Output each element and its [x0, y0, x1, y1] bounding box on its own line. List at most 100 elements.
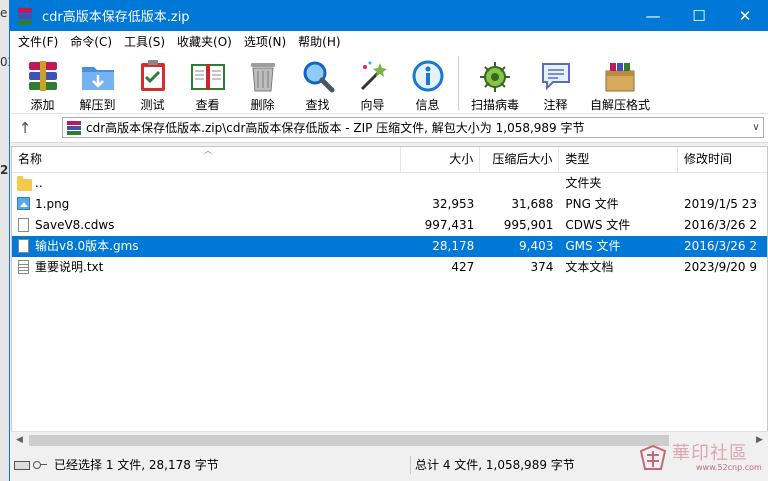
find-label: 查找 — [305, 98, 330, 112]
menu-bar: 文件(F) 命令(C) 工具(S) 收藏夹(O) 选项(N) 帮助(H) — [10, 31, 768, 53]
info-label: 信息 — [415, 98, 440, 112]
winrar-window: cdr高版本保存低版本.zip — ☐ ✕ 文件(F) 命令(C) 工具(S) … — [9, 0, 768, 481]
file-size: 28,178 — [432, 239, 475, 253]
comment-label: 注释 — [543, 98, 568, 112]
file-type: 文件夹 — [565, 176, 602, 190]
address-bar: ↑ cdr高版本保存低版本.zip\cdr高版本保存低版本 - ZIP 压缩文件… — [10, 114, 768, 143]
drive-icon[interactable] — [14, 460, 30, 470]
toolbar-separator — [458, 56, 459, 110]
list-row[interactable]: 1.png 32,953 31,688 PNG 文件 2019/1/5 23 — [12, 194, 767, 215]
watermark-logo — [639, 444, 667, 470]
archive-icon — [66, 120, 82, 136]
trash-icon — [245, 58, 281, 94]
image-file-icon — [17, 196, 31, 213]
file-name: 输出v8.0版本.gms — [35, 239, 139, 253]
find-button[interactable]: 查找 — [291, 53, 344, 113]
path-text: cdr高版本保存低版本.zip\cdr高版本保存低版本 - ZIP 压缩文件, … — [86, 121, 585, 135]
list-header: ︿ 名称 大小 压缩后大小 类型 修改时间 — [12, 147, 767, 173]
menu-options[interactable]: 选项(N) — [238, 31, 292, 53]
info-button[interactable]: 信息 — [401, 53, 454, 113]
column-modified[interactable]: 修改时间 — [678, 147, 767, 172]
edge-text: 02 — [0, 55, 9, 69]
file-type: PNG 文件 — [565, 197, 619, 211]
scroll-left-icon[interactable]: ◀ — [11, 432, 28, 449]
close-button[interactable]: ✕ — [722, 0, 768, 31]
watermark-text: 華印社區 — [672, 443, 748, 464]
extract-to-button[interactable]: 解压到 — [71, 53, 124, 113]
comment-icon — [538, 58, 574, 94]
file-modified: 2019/1/5 23 — [683, 197, 757, 211]
virus-scan-icon — [477, 58, 513, 94]
menu-commands[interactable]: 命令(C) — [64, 31, 118, 53]
menu-tools[interactable]: 工具(S) — [118, 31, 171, 53]
menu-file[interactable]: 文件(F) — [12, 31, 64, 53]
scroll-thumb[interactable] — [29, 435, 669, 446]
extract-folder-icon — [80, 58, 116, 94]
sfx-button[interactable]: 自解压格式 — [584, 53, 656, 113]
list-row-parent[interactable]: .. 文件夹 — [12, 173, 767, 194]
file-size: 427 — [451, 260, 475, 274]
info-icon — [410, 58, 446, 94]
arrow-up-icon: ↑ — [18, 119, 32, 137]
file-name: SaveV8.cdws — [35, 218, 115, 232]
file-list: ︿ 名称 大小 压缩后大小 类型 修改时间 .. 文件夹 1.png 32,95… — [11, 146, 768, 448]
comment-button[interactable]: 注释 — [529, 53, 582, 113]
folder-icon — [17, 175, 32, 192]
watermark-url: www.52cnp.com — [696, 463, 762, 472]
up-folder-button[interactable]: ↑ — [10, 114, 40, 142]
title-bar[interactable]: cdr高版本保存低版本.zip — ☐ ✕ — [10, 0, 768, 31]
virus-scan-button[interactable]: 扫描病毒 — [463, 53, 527, 113]
test-clipboard-icon — [135, 58, 171, 94]
delete-label: 删除 — [250, 98, 275, 112]
chevron-down-icon[interactable]: ∨ — [749, 122, 763, 133]
file-type: GMS 文件 — [565, 239, 621, 253]
list-row[interactable]: 重要说明.txt 427 374 文本文档 2023/9/20 9 — [12, 257, 767, 278]
sort-ascending-icon: ︿ — [204, 146, 212, 155]
file-size: 997,431 — [424, 218, 475, 232]
add-button[interactable]: 添加 — [16, 53, 69, 113]
file-type: CDWS 文件 — [565, 218, 631, 232]
column-type[interactable]: 类型 — [559, 147, 678, 172]
winrar-app-icon[interactable] — [16, 7, 34, 25]
file-packed: 9,403 — [519, 239, 554, 253]
edge-text: e — [0, 6, 8, 20]
background-window-edge: e 02 2 — [0, 0, 9, 481]
toolbar: 添加 解压到 测试 查看 删除 查找 向导 信息 扫描病毒 注释 自解压格式 — [10, 53, 768, 114]
file-type: 文本文档 — [565, 260, 614, 274]
file-packed: 374 — [530, 260, 554, 274]
key-icon[interactable] — [33, 461, 47, 469]
text-file-icon — [17, 259, 31, 276]
sfx-label: 自解压格式 — [589, 98, 650, 112]
status-selected: 已经选择 1 文件, 28,178 字节 — [54, 456, 411, 474]
delete-button[interactable]: 删除 — [236, 53, 289, 113]
wizard-button[interactable]: 向导 — [346, 53, 399, 113]
list-row-selected[interactable]: 输出v8.0版本.gms 28,178 9,403 GMS 文件 2016/3/… — [12, 236, 767, 257]
menu-help[interactable]: 帮助(H) — [292, 31, 346, 53]
sfx-box-icon — [602, 58, 638, 94]
file-packed: 995,901 — [503, 218, 554, 232]
status-total: 总计 4 文件, 1,058,989 字节 — [415, 458, 575, 472]
wizard-wand-icon — [355, 58, 391, 94]
view-label: 查看 — [195, 98, 220, 112]
file-packed: 31,688 — [511, 197, 554, 211]
add-archive-icon — [25, 58, 61, 94]
list-row[interactable]: SaveV8.cdws 997,431 995,901 CDWS 文件 2016… — [12, 215, 767, 236]
menu-favorites[interactable]: 收藏夹(O) — [171, 31, 238, 53]
column-size[interactable]: 大小 — [401, 147, 481, 172]
view-button[interactable]: 查看 — [181, 53, 234, 113]
file-name: .. — [35, 176, 43, 190]
test-button[interactable]: 测试 — [126, 53, 179, 113]
wizard-label: 向导 — [360, 98, 385, 112]
path-field[interactable]: cdr高版本保存低版本.zip\cdr高版本保存低版本 - ZIP 压缩文件, … — [62, 117, 764, 138]
minimize-button[interactable]: — — [630, 0, 676, 31]
test-label: 测试 — [140, 98, 165, 112]
file-modified: 2016/3/26 2 — [683, 239, 757, 253]
file-icon — [17, 238, 31, 255]
extract-to-label: 解压到 — [79, 98, 116, 112]
maximize-button[interactable]: ☐ — [676, 0, 722, 31]
file-name: 1.png — [35, 197, 70, 211]
magnifier-icon — [300, 58, 336, 94]
window-title: cdr高版本保存低版本.zip — [42, 10, 190, 25]
add-label: 添加 — [30, 98, 55, 112]
column-packed[interactable]: 压缩后大小 — [480, 147, 560, 172]
